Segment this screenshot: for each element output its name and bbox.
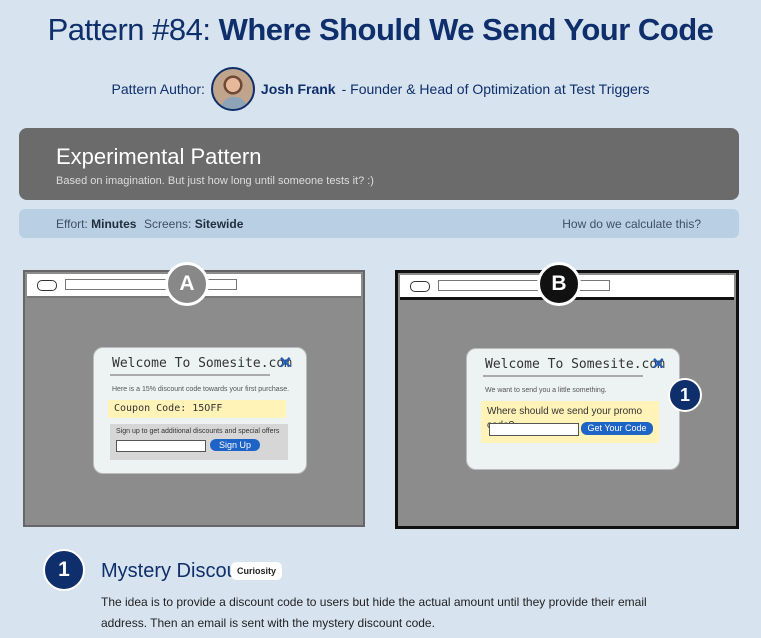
banner-subtitle: Based on imagination. But just how long …: [56, 175, 374, 187]
author-line: Pattern Author: Josh Frank - Founder & H…: [0, 64, 761, 114]
variant-b-badge: B: [537, 262, 581, 306]
author-label: Pattern Author:: [111, 81, 205, 97]
page-title: Pattern #84: Where Should We Send Your C…: [0, 12, 761, 48]
title-prefix: Pattern #84:: [47, 12, 211, 47]
divider: [110, 374, 270, 376]
email-field[interactable]: [116, 440, 206, 452]
banner-title: Experimental Pattern: [56, 144, 262, 169]
author-name[interactable]: Josh Frank: [261, 81, 336, 97]
meta-bar: Effort: Minutes Screens: Sitewide How do…: [19, 209, 739, 238]
address-bar: [65, 279, 237, 290]
browser-frame: Welcome To Somesite.com ✕ We want to sen…: [395, 270, 739, 529]
effort: Effort: Minutes: [56, 217, 137, 231]
address-bar: [438, 280, 610, 291]
variant-a-badge: A: [165, 262, 209, 306]
divider: [483, 375, 643, 377]
change-marker: 1: [668, 378, 702, 412]
get-code-button[interactable]: Get Your Code: [581, 422, 653, 435]
browser-dots-icon: [37, 280, 57, 291]
experimental-banner: Experimental Pattern Based on imaginatio…: [19, 128, 739, 200]
promo-question-box: Where should we send your promo code? Ge…: [481, 401, 659, 443]
title-name: Where Should We Send Your Code: [218, 12, 714, 47]
popup-text: Here is a 15% discount code towards your…: [112, 386, 290, 393]
popup-title: Welcome To Somesite.com: [485, 357, 666, 372]
close-icon[interactable]: ✕: [279, 353, 292, 373]
browser-dots-icon: [410, 281, 430, 292]
author-role: - Founder & Head of Optimization at Test…: [341, 81, 650, 97]
signup-box: Sign up to get additional discounts and …: [110, 424, 288, 460]
signup-text: Sign up to get additional discounts and …: [116, 428, 280, 435]
popup-a: Welcome To Somesite.com ✕ Here is a 15% …: [93, 347, 307, 474]
principle-tag[interactable]: Curiosity: [231, 562, 283, 580]
popup-b: Welcome To Somesite.com ✕ We want to sen…: [466, 348, 680, 470]
email-field[interactable]: [489, 423, 579, 436]
close-icon[interactable]: ✕: [652, 354, 665, 374]
signup-button[interactable]: Sign Up: [210, 439, 260, 451]
change-number: 1: [43, 549, 85, 591]
popup-title: Welcome To Somesite.com: [112, 356, 293, 371]
screens: Screens: Sitewide: [144, 217, 244, 231]
coupon-code: Coupon Code: 15OFF: [108, 400, 286, 418]
calc-link[interactable]: How do we calculate this?: [562, 217, 701, 231]
variant-b-panel: Welcome To Somesite.com ✕ We want to sen…: [395, 262, 739, 529]
popup-text: We want to send you a little something.: [485, 387, 607, 394]
browser-frame: Welcome To Somesite.com ✕ Here is a 15% …: [23, 270, 365, 527]
change-description: The idea is to provide a discount code t…: [101, 595, 647, 630]
avatar: [210, 67, 255, 111]
variant-a-panel: Welcome To Somesite.com ✕ Here is a 15% …: [23, 262, 365, 527]
